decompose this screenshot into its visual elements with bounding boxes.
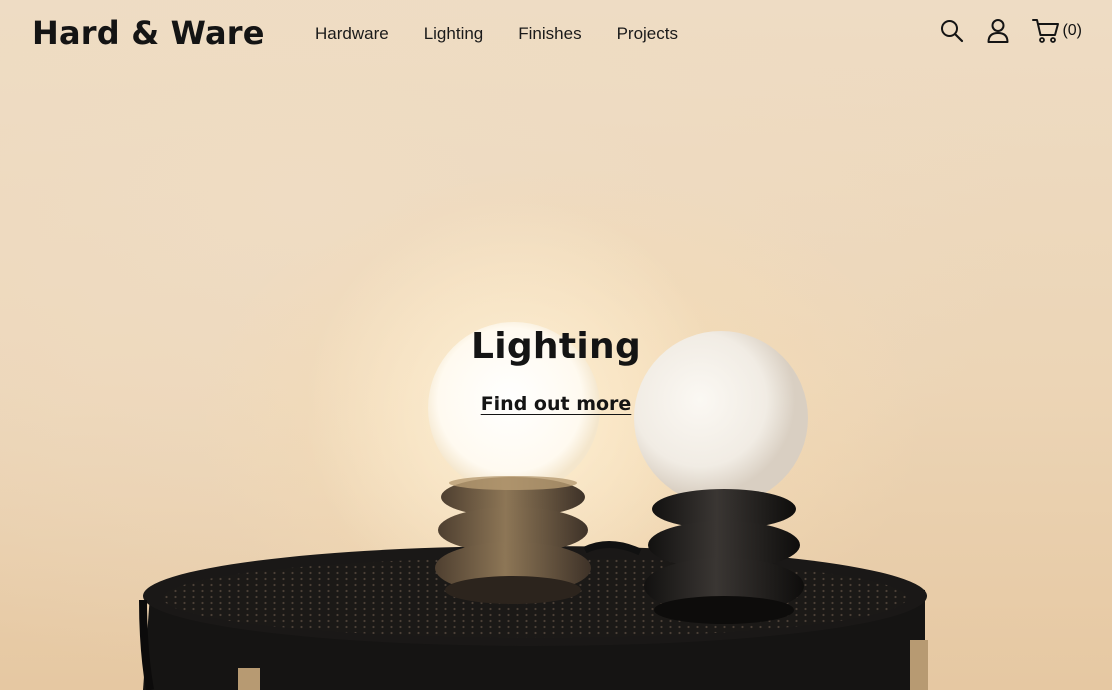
hero-title: Lighting bbox=[470, 326, 642, 367]
search-button[interactable] bbox=[940, 19, 964, 43]
search-icon bbox=[941, 20, 964, 43]
nav-item-hardware[interactable]: Hardware bbox=[315, 24, 389, 44]
user-icon bbox=[987, 19, 1009, 43]
cart-button[interactable]: (0) bbox=[1032, 18, 1082, 44]
find-out-more-link[interactable]: Find out more bbox=[481, 393, 632, 415]
cart-icon bbox=[1032, 19, 1060, 43]
cart-count: (0) bbox=[1062, 22, 1082, 39]
site-header: Hard & Ware Hardware Lighting Finishes P… bbox=[0, 0, 1112, 70]
account-button[interactable] bbox=[986, 18, 1010, 44]
brand-logo[interactable]: Hard & Ware bbox=[32, 14, 265, 52]
nav-item-finishes[interactable]: Finishes bbox=[518, 24, 581, 44]
main-nav: Hardware Lighting Finishes Projects bbox=[315, 24, 678, 44]
nav-item-projects[interactable]: Projects bbox=[617, 24, 678, 44]
hero-section: Hard & Ware Hardware Lighting Finishes P… bbox=[0, 0, 1112, 690]
nav-item-lighting[interactable]: Lighting bbox=[424, 24, 484, 44]
header-icons: (0) bbox=[940, 18, 1082, 44]
hero-content: Lighting Find out more bbox=[0, 326, 1112, 415]
